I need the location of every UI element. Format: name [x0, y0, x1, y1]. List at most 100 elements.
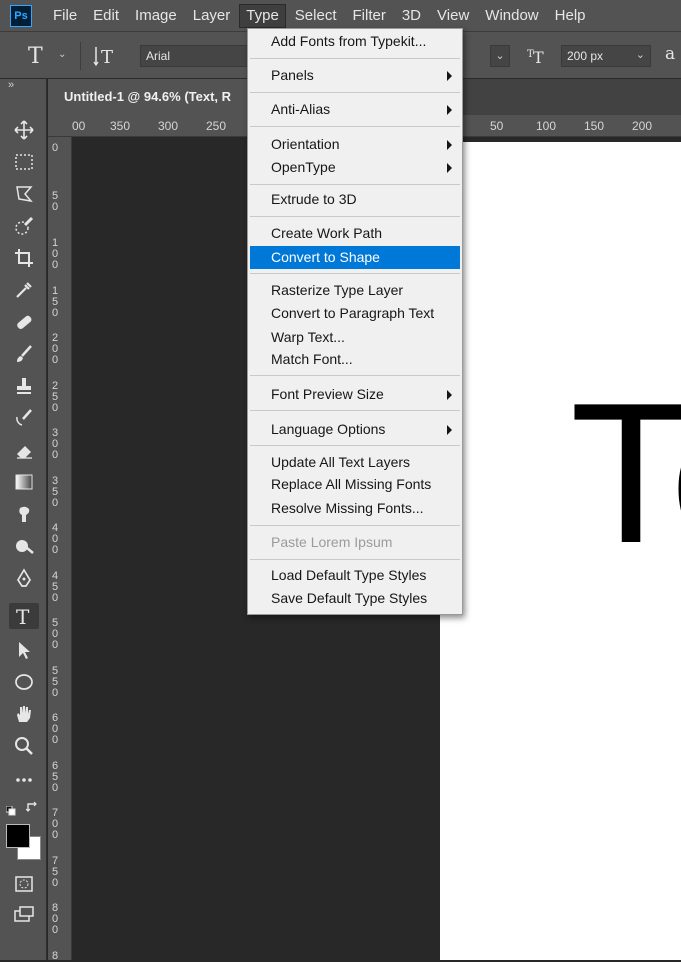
menu-item-save-default[interactable]: Save Default Type Styles	[250, 587, 460, 610]
ruler-label: 300	[158, 119, 179, 133]
ruler-label: 7 0 0	[52, 807, 59, 841]
ruler-label: 3 5 0	[52, 474, 59, 509]
menu-separator	[250, 375, 460, 376]
smudge-tool-icon[interactable]	[9, 501, 39, 527]
font-family-field[interactable]: Arial	[140, 45, 248, 67]
menu-item-replace-missing[interactable]: Replace All Missing Fonts	[250, 473, 460, 496]
quick-selection-tool-icon[interactable]	[9, 213, 39, 239]
marquee-tool-icon[interactable]	[9, 149, 39, 175]
menu-item-resolve-missing[interactable]: Resolve Missing Fonts...	[250, 497, 460, 520]
menu-select[interactable]: Select	[288, 4, 344, 28]
brush-tool-icon[interactable]	[9, 341, 39, 367]
eyedropper-tool-icon[interactable]	[9, 277, 39, 303]
collapse-panel-icon[interactable]: »	[8, 79, 14, 91]
anti-alias-icon[interactable]: a	[665, 44, 675, 64]
swap-colors-icon[interactable]	[25, 801, 40, 815]
submenu-arrow-icon	[447, 71, 452, 81]
menu-edit[interactable]: Edit	[86, 4, 126, 28]
menu-item-opentype[interactable]: OpenType	[250, 156, 460, 179]
type-tool-icon[interactable]: T	[9, 603, 39, 629]
ruler-label: 00	[72, 119, 86, 133]
ruler-label: 350	[110, 119, 131, 133]
menu-item-anti-alias[interactable]: Anti-Alias	[250, 98, 460, 121]
dodge-tool-icon[interactable]	[9, 533, 39, 559]
menu-separator	[250, 126, 460, 127]
menu-type[interactable]: Type	[239, 3, 286, 28]
ruler-label: 100	[536, 119, 557, 133]
hand-tool-icon[interactable]	[9, 701, 39, 727]
menu-separator	[250, 184, 460, 185]
menu-separator	[250, 445, 460, 446]
menu-file[interactable]: File	[46, 4, 84, 28]
menu-item-rasterize[interactable]: Rasterize Type Layer	[250, 279, 460, 302]
ruler-label: 4 5 0	[52, 569, 59, 604]
quick-mask-icon[interactable]	[9, 871, 39, 897]
menu-item-match-font[interactable]: Match Font...	[250, 348, 460, 371]
gradient-tool-icon[interactable]	[9, 469, 39, 495]
toggle-orientation-icon[interactable]: T	[93, 44, 119, 68]
ellipse-tool-icon[interactable]	[9, 669, 39, 695]
svg-text:T: T	[101, 47, 113, 68]
ruler-label: 150	[584, 119, 605, 133]
screen-mode-icon[interactable]	[9, 901, 39, 927]
chevron-down-icon: ⌄	[635, 49, 645, 61]
menu-separator	[250, 410, 460, 411]
ruler-label: 2 0 0	[52, 332, 59, 366]
healing-brush-tool-icon[interactable]	[9, 309, 39, 335]
menu-window[interactable]: Window	[478, 4, 545, 28]
menu-item-add-fonts[interactable]: Add Fonts from Typekit...	[250, 30, 460, 53]
menu-item-panels[interactable]: Panels	[250, 64, 460, 87]
menu-item-extrude-3d[interactable]: Extrude to 3D	[250, 188, 460, 211]
zoom-tool-icon[interactable]	[9, 733, 39, 759]
menu-help[interactable]: Help	[548, 4, 593, 28]
canvas-text-layer[interactable]: Te	[570, 374, 681, 574]
ruler-label: 4 0 0	[52, 522, 59, 556]
ruler-label: 5 5 0	[52, 664, 59, 699]
font-size-icon: T T	[526, 44, 550, 68]
history-brush-tool-icon[interactable]	[9, 405, 39, 431]
font-style-dropdown[interactable]: ⌄	[490, 45, 510, 67]
move-tool-icon[interactable]	[9, 117, 39, 143]
menu-item-label: Panels	[271, 67, 314, 83]
more-tools-icon[interactable]	[9, 767, 39, 793]
menu-item-orientation[interactable]: Orientation	[250, 133, 460, 156]
document-tab[interactable]: Untitled-1 @ 94.6% (Text, R	[48, 79, 258, 115]
eraser-tool-icon[interactable]	[9, 437, 39, 463]
menu-item-label: Font Preview Size	[271, 386, 384, 402]
ruler-label: 2 5 0	[52, 379, 59, 414]
menu-item-label: Language Options	[271, 421, 386, 437]
menu-3d[interactable]: 3D	[395, 4, 428, 28]
type-tool-preset[interactable]: T ⌄	[26, 41, 72, 71]
ruler-label: 7 5 0	[52, 854, 59, 889]
menu-image[interactable]: Image	[128, 4, 184, 28]
default-colors-icon[interactable]	[5, 803, 16, 816]
menu-item-label: OpenType	[271, 159, 336, 175]
document-canvas[interactable]: Te	[440, 142, 681, 960]
menu-separator	[250, 273, 460, 274]
ruler-label: 200	[632, 119, 653, 133]
menu-item-language-options[interactable]: Language Options	[250, 418, 460, 441]
menu-separator	[250, 58, 460, 59]
menu-item-load-default[interactable]: Load Default Type Styles	[250, 564, 460, 587]
foreground-color-swatch[interactable]	[6, 824, 30, 848]
menu-view[interactable]: View	[430, 4, 476, 28]
vertical-ruler: 0 5 0 1 0 0 1 5 0 2 0 0 2 5 0 3 0 0 3 5 0 4 0 0 4…	[48, 137, 72, 961]
menu-separator	[250, 559, 460, 560]
menu-item-warp-text[interactable]: Warp Text...	[250, 326, 460, 349]
clone-stamp-tool-icon[interactable]	[9, 373, 39, 399]
menu-item-convert-paragraph[interactable]: Convert to Paragraph Text	[250, 302, 460, 325]
menu-item-create-work-path[interactable]: Create Work Path	[250, 222, 460, 245]
lasso-tool-icon[interactable]	[9, 181, 39, 207]
ruler-label: 0	[52, 142, 59, 154]
path-selection-tool-icon[interactable]	[9, 637, 39, 663]
menu-filter[interactable]: Filter	[346, 4, 393, 28]
menu-layer[interactable]: Layer	[186, 4, 238, 28]
pen-tool-icon[interactable]	[9, 565, 39, 591]
type-tool-icon: T	[28, 44, 43, 69]
menu-item-font-preview-size[interactable]: Font Preview Size	[250, 383, 460, 406]
crop-tool-icon[interactable]	[9, 245, 39, 271]
menu-item-update-all[interactable]: Update All Text Layers	[250, 451, 460, 474]
font-size-field[interactable]: 200 px ⌄	[561, 45, 651, 67]
menu-item-convert-to-shape[interactable]: Convert to Shape	[250, 246, 460, 269]
menu-separator	[250, 525, 460, 526]
